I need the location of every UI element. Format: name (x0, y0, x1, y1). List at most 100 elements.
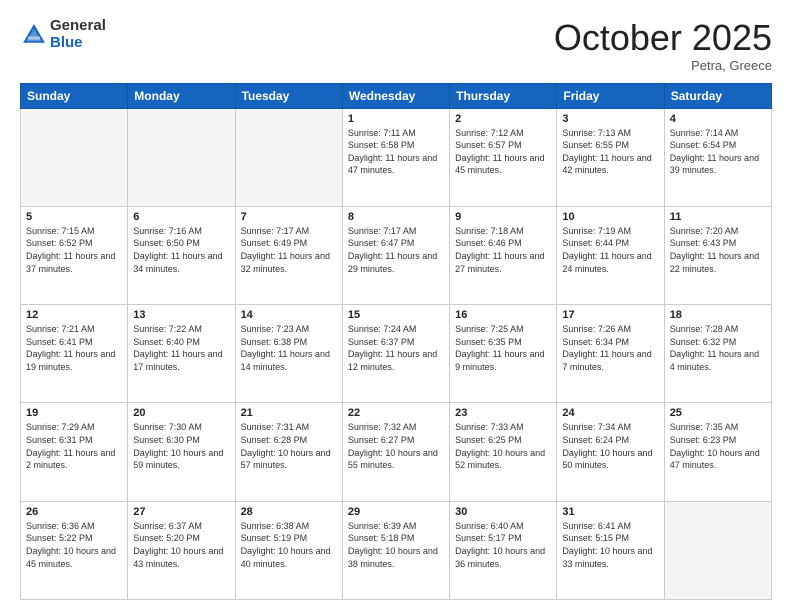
day-number: 18 (670, 309, 766, 321)
calendar-day-cell: 17Sunrise: 7:26 AM Sunset: 6:34 PM Dayli… (557, 305, 664, 403)
day-info: Sunrise: 7:28 AM Sunset: 6:32 PM Dayligh… (670, 323, 766, 373)
day-number: 16 (455, 309, 551, 321)
calendar-day-cell: 15 Sunrise: 7:24 AM Sunset: 6:37 PM Dayli… (342, 305, 449, 403)
day-number: 8 (348, 211, 444, 223)
day-info: Sunrise: 7:16 AM Sunset: 6:50 PM Dayligh… (133, 225, 229, 275)
day-number: 22 (348, 407, 444, 419)
logo-icon (20, 21, 48, 49)
day-info: Sunrise: 7:29 AM Sunset: 6:31 PM Dayligh… (26, 421, 122, 471)
day-info: Sunrise: 7:17 AM Sunset: 6:47 PM Dayligh… (348, 225, 444, 275)
day-of-week-header: Saturday (664, 83, 771, 108)
calendar-day-cell: 31 Sunrise: 6:41 AM Sunset: 5:15 PM Dayli… (557, 501, 664, 599)
day-info: Sunrise: 6:39 AM Sunset: 5:18 PM Dayligh… (348, 520, 444, 570)
calendar-day-cell (21, 108, 128, 206)
title-block: October 2025 Petra, Greece (554, 18, 772, 73)
day-info: Sunrise: 7:31 AM Sunset: 6:28 PM Dayligh… (241, 421, 337, 471)
calendar-day-cell: 22 Sunrise: 7:32 AM Sunset: 6:27 PM Dayli… (342, 403, 449, 501)
day-of-week-header: Sunday (21, 83, 128, 108)
calendar-day-cell: 7Sunrise: 7:17 AM Sunset: 6:49 PM Daylig… (235, 206, 342, 304)
calendar-week-row: 19Sunrise: 7:29 AM Sunset: 6:31 PM Dayli… (21, 403, 772, 501)
day-number: 2 (455, 113, 551, 125)
day-number: 14 (241, 309, 337, 321)
calendar-day-cell: 4 Sunrise: 7:14 AM Sunset: 6:54 PM Daylig… (664, 108, 771, 206)
day-info: Sunrise: 6:41 AM Sunset: 5:15 PM Dayligh… (562, 520, 658, 570)
calendar-day-cell: 12 Sunrise: 7:21 AM Sunset: 6:41 PM Dayli… (21, 305, 128, 403)
day-number: 11 (670, 211, 766, 223)
day-number: 3 (562, 113, 658, 125)
calendar-day-cell: 14 Sunrise: 7:23 AM Sunset: 6:38 PM Dayli… (235, 305, 342, 403)
calendar-day-cell (235, 108, 342, 206)
day-number: 28 (241, 506, 337, 518)
calendar-day-cell: 23Sunrise: 7:33 AM Sunset: 6:25 PM Dayli… (450, 403, 557, 501)
day-number: 24 (562, 407, 658, 419)
day-number: 13 (133, 309, 229, 321)
day-info: Sunrise: 7:34 AM Sunset: 6:24 PM Dayligh… (562, 421, 658, 471)
day-info: Sunrise: 7:12 AM Sunset: 6:57 PM Dayligh… (455, 127, 551, 177)
calendar-day-cell: 19Sunrise: 7:29 AM Sunset: 6:31 PM Dayli… (21, 403, 128, 501)
day-info: Sunrise: 7:26 AM Sunset: 6:34 PM Dayligh… (562, 323, 658, 373)
calendar-day-cell: 6 Sunrise: 7:16 AM Sunset: 6:50 PM Daylig… (128, 206, 235, 304)
day-info: Sunrise: 7:33 AM Sunset: 6:25 PM Dayligh… (455, 421, 551, 471)
day-info: Sunrise: 6:40 AM Sunset: 5:17 PM Dayligh… (455, 520, 551, 570)
calendar-week-row: 1Sunrise: 7:11 AM Sunset: 6:58 PM Daylig… (21, 108, 772, 206)
day-info: Sunrise: 7:30 AM Sunset: 6:30 PM Dayligh… (133, 421, 229, 471)
day-number: 31 (562, 506, 658, 518)
calendar-day-cell: 27Sunrise: 6:37 AM Sunset: 5:20 PM Dayli… (128, 501, 235, 599)
calendar-day-cell: 9 Sunrise: 7:18 AM Sunset: 6:46 PM Daylig… (450, 206, 557, 304)
day-number: 4 (670, 113, 766, 125)
day-number: 30 (455, 506, 551, 518)
day-number: 26 (26, 506, 122, 518)
calendar-day-cell: 28 Sunrise: 6:38 AM Sunset: 5:19 PM Dayli… (235, 501, 342, 599)
calendar-header-row: SundayMondayTuesdayWednesdayThursdayFrid… (21, 83, 772, 108)
day-info: Sunrise: 7:11 AM Sunset: 6:58 PM Dayligh… (348, 127, 444, 177)
day-number: 12 (26, 309, 122, 321)
calendar-day-cell: 25 Sunrise: 7:35 AM Sunset: 6:23 PM Dayli… (664, 403, 771, 501)
day-info: Sunrise: 7:23 AM Sunset: 6:38 PM Dayligh… (241, 323, 337, 373)
calendar-day-cell: 21 Sunrise: 7:31 AM Sunset: 6:28 PM Dayli… (235, 403, 342, 501)
calendar-day-cell: 1Sunrise: 7:11 AM Sunset: 6:58 PM Daylig… (342, 108, 449, 206)
day-number: 25 (670, 407, 766, 419)
calendar-day-cell: 24 Sunrise: 7:34 AM Sunset: 6:24 PM Dayli… (557, 403, 664, 501)
day-info: Sunrise: 7:22 AM Sunset: 6:40 PM Dayligh… (133, 323, 229, 373)
day-number: 9 (455, 211, 551, 223)
day-number: 29 (348, 506, 444, 518)
location-subtitle: Petra, Greece (554, 58, 772, 73)
day-info: Sunrise: 7:24 AM Sunset: 6:37 PM Dayligh… (348, 323, 444, 373)
day-info: Sunrise: 7:25 AM Sunset: 6:35 PM Dayligh… (455, 323, 551, 373)
day-info: Sunrise: 7:15 AM Sunset: 6:52 PM Dayligh… (26, 225, 122, 275)
day-info: Sunrise: 7:14 AM Sunset: 6:54 PM Dayligh… (670, 127, 766, 177)
day-info: Sunrise: 6:36 AM Sunset: 5:22 PM Dayligh… (26, 520, 122, 570)
day-of-week-header: Friday (557, 83, 664, 108)
day-info: Sunrise: 6:38 AM Sunset: 5:19 PM Dayligh… (241, 520, 337, 570)
calendar-page: General Blue October 2025 Petra, Greece … (0, 0, 792, 612)
calendar-day-cell: 8 Sunrise: 7:17 AM Sunset: 6:47 PM Daylig… (342, 206, 449, 304)
calendar-day-cell: 26 Sunrise: 6:36 AM Sunset: 5:22 PM Dayli… (21, 501, 128, 599)
logo: General Blue (20, 18, 106, 51)
day-info: Sunrise: 7:18 AM Sunset: 6:46 PM Dayligh… (455, 225, 551, 275)
logo-blue-text: Blue (50, 34, 83, 51)
calendar-day-cell (128, 108, 235, 206)
day-of-week-header: Wednesday (342, 83, 449, 108)
calendar-day-cell: 10 Sunrise: 7:19 AM Sunset: 6:44 PM Dayli… (557, 206, 664, 304)
day-info: Sunrise: 7:32 AM Sunset: 6:27 PM Dayligh… (348, 421, 444, 471)
day-number: 6 (133, 211, 229, 223)
day-info: Sunrise: 7:20 AM Sunset: 6:43 PM Dayligh… (670, 225, 766, 275)
day-number: 20 (133, 407, 229, 419)
calendar-day-cell: 30 Sunrise: 6:40 AM Sunset: 5:17 PM Dayli… (450, 501, 557, 599)
calendar-day-cell: 29 Sunrise: 6:39 AM Sunset: 5:18 PM Dayli… (342, 501, 449, 599)
day-number: 15 (348, 309, 444, 321)
day-info: Sunrise: 7:35 AM Sunset: 6:23 PM Dayligh… (670, 421, 766, 471)
calendar-day-cell: 3Sunrise: 7:13 AM Sunset: 6:55 PM Daylig… (557, 108, 664, 206)
day-info: Sunrise: 7:21 AM Sunset: 6:41 PM Dayligh… (26, 323, 122, 373)
calendar-day-cell: 13 Sunrise: 7:22 AM Sunset: 6:40 PM Dayli… (128, 305, 235, 403)
calendar-week-row: 12 Sunrise: 7:21 AM Sunset: 6:41 PM Dayli… (21, 305, 772, 403)
day-number: 10 (562, 211, 658, 223)
calendar-day-cell (664, 501, 771, 599)
logo-general-text: General (50, 17, 106, 34)
calendar-day-cell: 5Sunrise: 7:15 AM Sunset: 6:52 PM Daylig… (21, 206, 128, 304)
day-number: 7 (241, 211, 337, 223)
day-number: 21 (241, 407, 337, 419)
day-of-week-header: Tuesday (235, 83, 342, 108)
day-number: 27 (133, 506, 229, 518)
day-info: Sunrise: 7:19 AM Sunset: 6:44 PM Dayligh… (562, 225, 658, 275)
